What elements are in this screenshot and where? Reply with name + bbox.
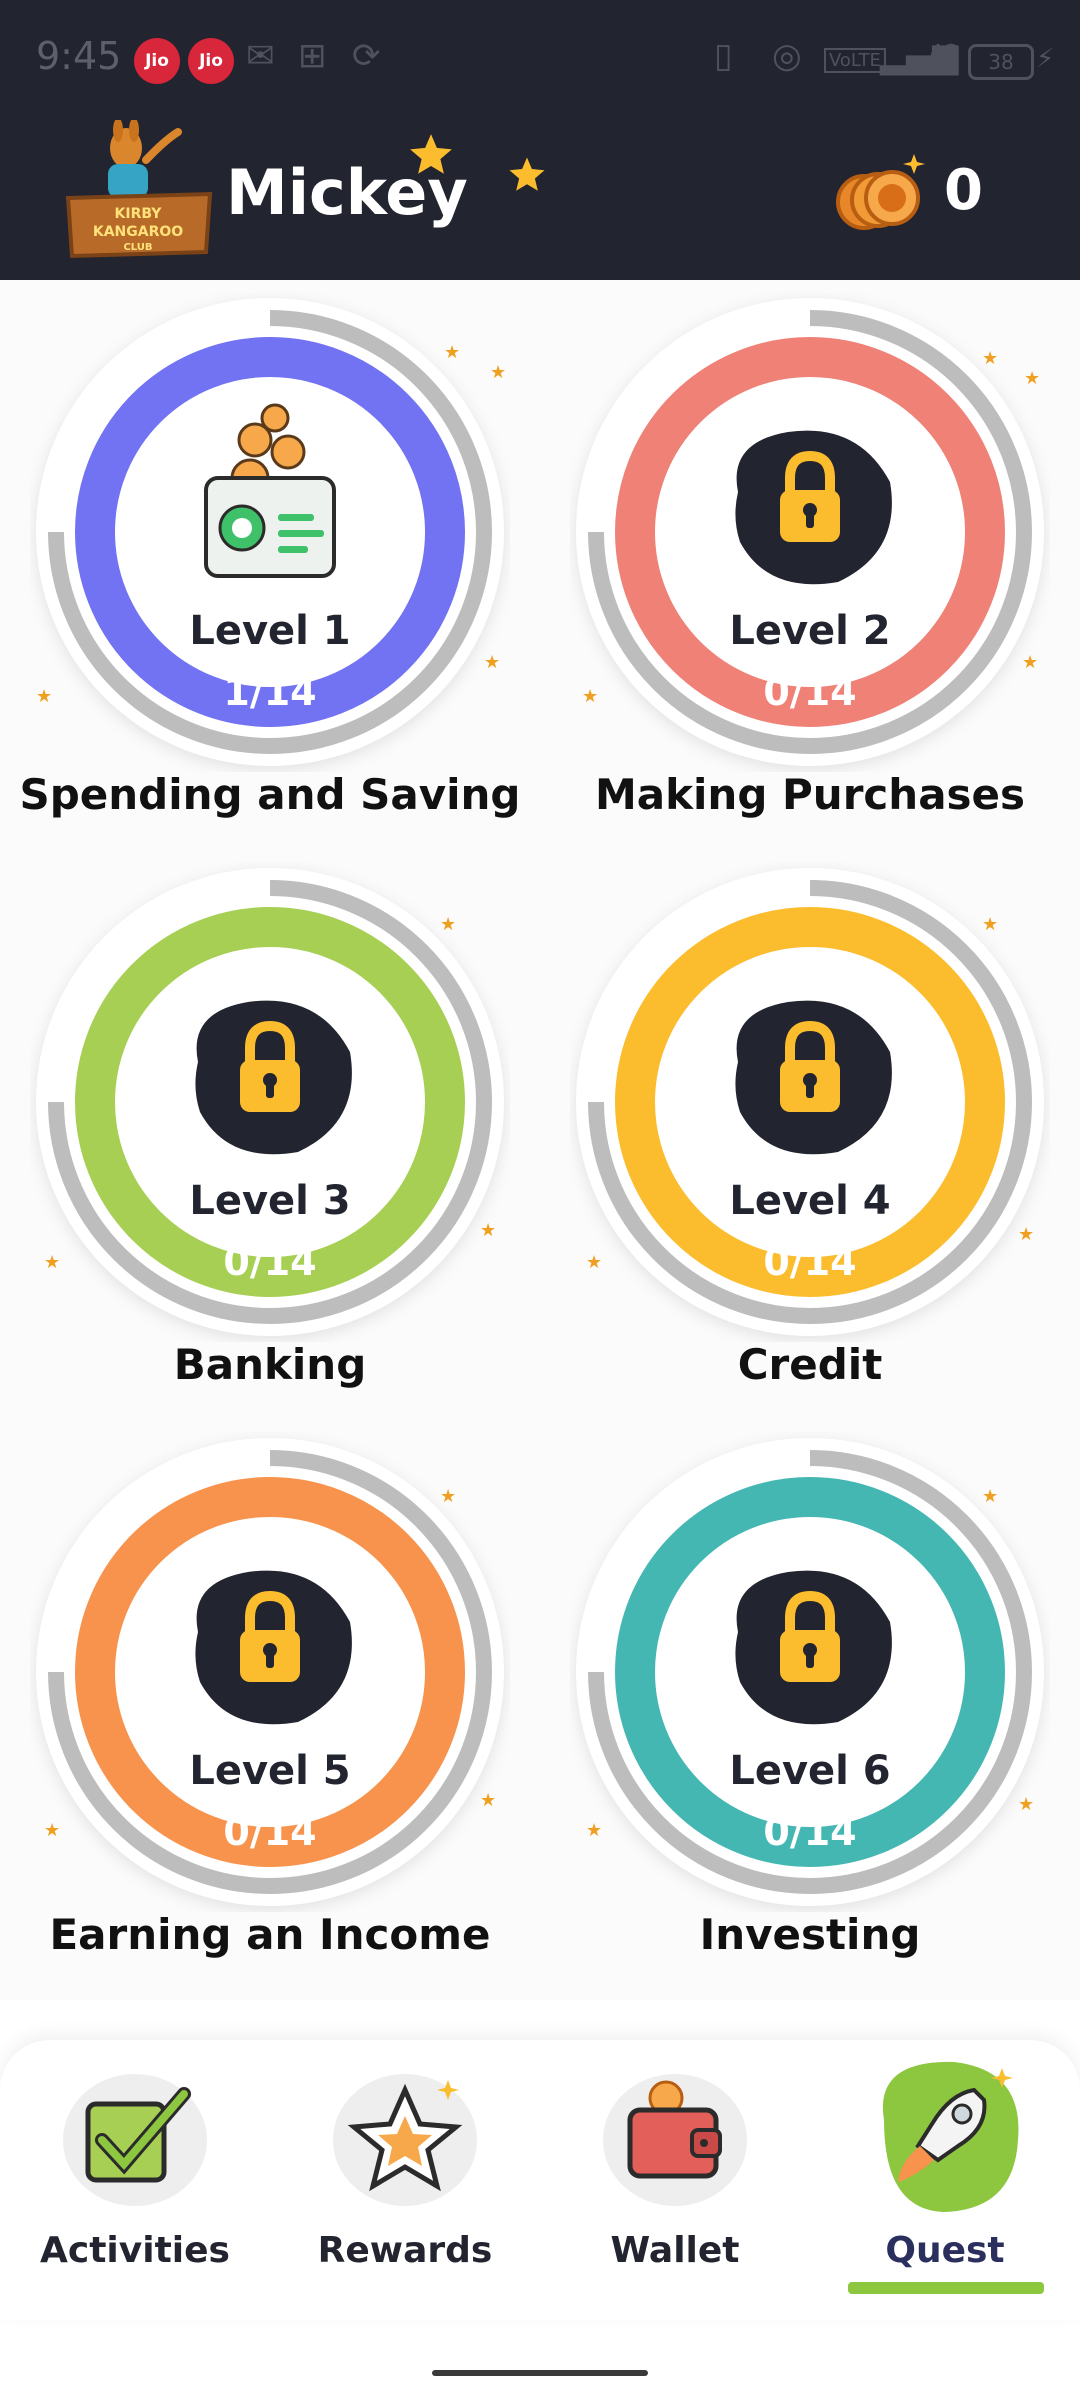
star-decoration-icon: ★ [440, 914, 457, 935]
star-decoration-icon: ★ [444, 342, 461, 363]
level-progress: 0/14 [763, 1810, 857, 1854]
hotspot-icon: ◎ [772, 36, 802, 76]
star-decoration-icon: ★ [1022, 652, 1039, 673]
nav-quest[interactable]: Quest [810, 2040, 1080, 2300]
status-time: 9:45 [36, 34, 122, 78]
star-decoration-icon: ★ [1018, 1794, 1035, 1815]
svg-text:KANGAROO: KANGAROO [93, 224, 183, 240]
level-progress: 0/14 [223, 1240, 317, 1284]
star-decoration-icon: ★ [586, 1252, 603, 1273]
jio-icon: Jio [134, 38, 180, 84]
star-decoration-icon: ★ [982, 1486, 999, 1507]
nav-label: Quest [885, 2230, 1005, 2271]
coin-count: 0 [944, 158, 983, 223]
level-title: Banking [173, 1340, 367, 1389]
home-indicator[interactable] [432, 2370, 648, 2376]
battery-icon: 38 [968, 44, 1034, 80]
star-decoration-icon: ★ [484, 652, 501, 673]
translate-icon: ⊞ [298, 36, 327, 76]
level-label: Level 4 [729, 1178, 891, 1224]
star-decoration-icon: ★ [582, 686, 599, 707]
rocket-icon [854, 2050, 1034, 2220]
nav-activities[interactable]: Activities [0, 2040, 270, 2300]
active-tab-indicator [848, 2282, 1044, 2294]
star-decoration-icon [410, 134, 452, 174]
svg-text:KIRBY: KIRBY [115, 206, 163, 222]
id-card-coins-icon [204, 403, 336, 578]
level-title: Investing [699, 1910, 921, 1959]
star-decoration-icon: ★ [1018, 1224, 1035, 1245]
status-bar: 9:45 Jio Jio ✉ ⊞ ⟳ ▯ ◎ VoLTE ▂▄▆ 4G 38 ⚡ [0, 0, 1080, 120]
level-card-4[interactable]: Level 4 0/14 Credit [540, 850, 1080, 1420]
nav-label: Activities [40, 2230, 230, 2271]
level-title: Earning an Income [49, 1910, 491, 1959]
nav-label: Rewards [317, 2230, 493, 2271]
star-decoration-icon: ★ [490, 362, 507, 383]
level-progress: 0/14 [763, 670, 857, 714]
nav-label: Wallet [610, 2230, 740, 2271]
gmail-icon: ✉ [246, 36, 275, 76]
star-decoration-icon: ★ [480, 1220, 497, 1241]
star-decoration-icon: ★ [982, 914, 999, 935]
star-decoration-icon: ★ [440, 1486, 457, 1507]
star-decoration-icon: ★ [480, 1790, 497, 1811]
level-title: Spending and Saving [19, 770, 521, 819]
level-label: Level 1 [189, 608, 351, 654]
app-header: KIRBY KANGAROO CLUB Mickey 0 [0, 118, 1080, 280]
star-decoration-icon: ★ [586, 1820, 603, 1841]
vibrate-icon: ▯ [714, 36, 733, 76]
sync-icon: ⟳ [352, 36, 381, 76]
star-decoration-icon: ★ [982, 348, 999, 369]
lock-icon [735, 1570, 892, 1725]
level-card-6[interactable]: Level 6 0/14 Investing [540, 1420, 1080, 1990]
lock-icon [735, 1000, 892, 1155]
star-decoration-icon: ★ [44, 1252, 61, 1273]
level-label: Level 2 [729, 608, 891, 654]
volte-icon: VoLTE [824, 48, 886, 73]
lock-icon [195, 1000, 352, 1155]
level-card-2[interactable]: Level 2 0/14 Making Purchases [540, 280, 1080, 850]
level-label: Level 3 [189, 1178, 351, 1224]
jio-icon: Jio [188, 38, 234, 84]
level-title: Making Purchases [594, 770, 1026, 819]
level-label: Level 6 [729, 1748, 891, 1794]
svg-text:CLUB: CLUB [123, 242, 152, 253]
star-decoration-icon [509, 157, 545, 191]
level-label: Level 5 [189, 1748, 351, 1794]
level-grid: Level 1 1/14 Spending and Saving Level 2… [0, 280, 1080, 2000]
charging-icon: ⚡ [1036, 44, 1055, 74]
bottom-navigation: Activities Rewards Wallet Quest [0, 2040, 1080, 2320]
level-card-5[interactable]: Level 5 0/14 Earning an Income [0, 1420, 540, 1990]
level-progress: 1/14 [223, 670, 317, 714]
star-reward-icon [330, 2070, 480, 2210]
star-decoration-icon: ★ [36, 686, 53, 707]
nav-rewards[interactable]: Rewards [270, 2040, 540, 2300]
level-progress: 0/14 [763, 1240, 857, 1284]
star-decoration-icon: ★ [44, 1820, 61, 1841]
lock-icon [195, 1570, 352, 1725]
checkmark-icon [60, 2070, 210, 2210]
level-title: Credit [737, 1340, 883, 1389]
network-type: 4G [930, 40, 959, 64]
kirby-kangaroo-logo: KIRBY KANGAROO CLUB [60, 118, 220, 270]
star-decoration-icon: ★ [1024, 368, 1041, 389]
nav-wallet[interactable]: Wallet [540, 2040, 810, 2300]
lock-icon [735, 430, 892, 585]
wallet-icon [600, 2070, 750, 2210]
level-progress: 0/14 [223, 1810, 317, 1854]
level-card-3[interactable]: Level 3 0/14 Banking [0, 850, 540, 1420]
coins-icon [834, 150, 934, 240]
level-card-1[interactable]: Level 1 1/14 Spending and Saving [0, 280, 540, 850]
